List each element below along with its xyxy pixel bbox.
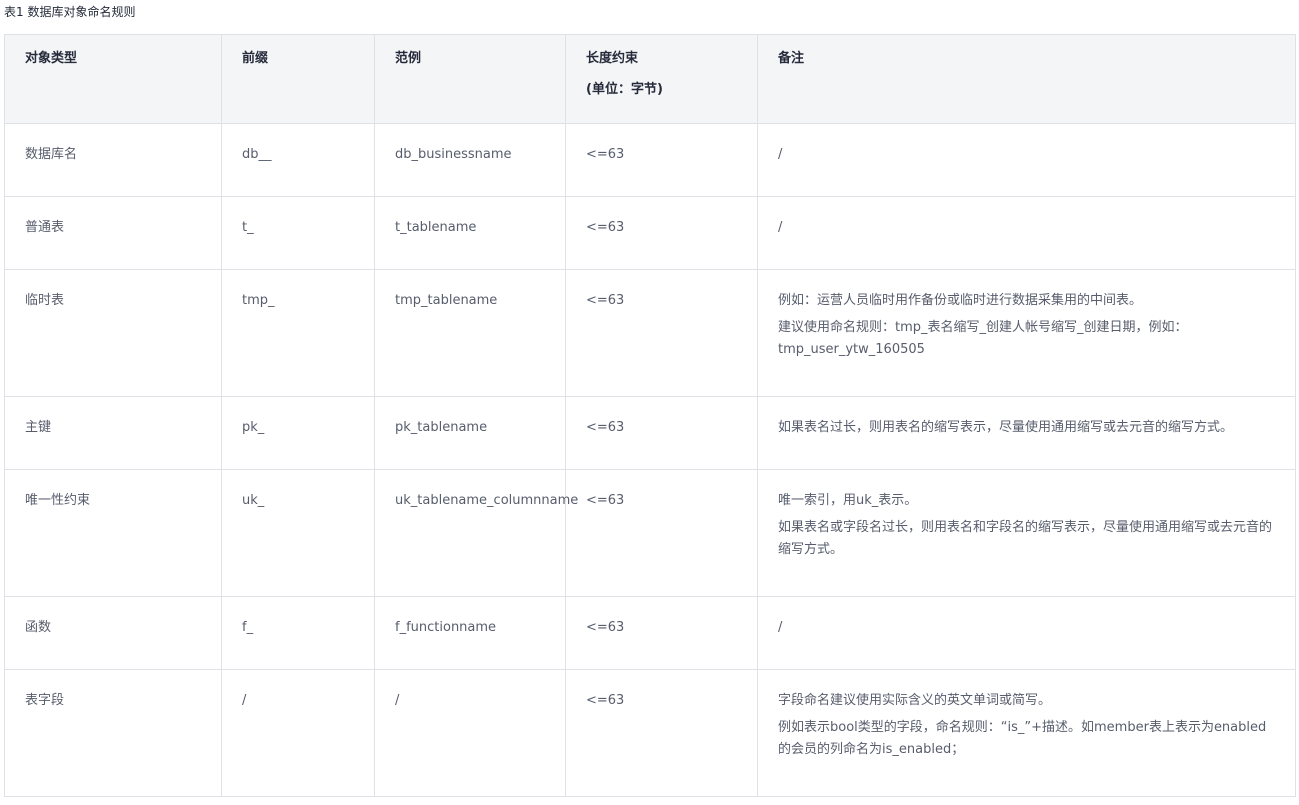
header-length-constraint: 长度约束 (单位：字节): [565, 34, 758, 124]
cell-prefix: /: [221, 669, 375, 797]
note-text: /: [778, 147, 783, 162]
table-row: 临时表 tmp_ tmp_tablename <=63 例如：运营人员临时用作备…: [4, 269, 1296, 397]
table-row: 表字段 / / <=63 字段命名建议使用实际含义的英文单词或简写。 例如表示b…: [4, 669, 1296, 797]
cell-example: t_tablename: [374, 196, 566, 270]
header-example: 范例: [374, 34, 566, 124]
table-row: 普通表 t_ t_tablename <=63 /: [4, 196, 1296, 270]
note-text: 唯一索引，用uk_表示。: [778, 493, 918, 508]
header-note: 备注: [757, 34, 1296, 124]
cell-note: 唯一索引，用uk_表示。 如果表名或字段名过长，则用表名和字段名的缩写表示，尽量…: [757, 469, 1296, 597]
table-header-row: 对象类型 前缀 范例 长度约束 (单位：字节) 备注: [4, 34, 1296, 124]
note-text: /: [778, 620, 783, 635]
table-row: 唯一性约束 uk_ uk_tablename_columnname <=63 唯…: [4, 469, 1296, 597]
cell-example: tmp_tablename: [374, 269, 566, 397]
cell-length: <=63: [565, 269, 758, 397]
cell-example: /: [374, 669, 566, 797]
cell-note: /: [757, 196, 1296, 270]
cell-example: db_businessname: [374, 123, 566, 197]
note-text: 字段命名建议使用实际含义的英文单词或简写。: [778, 693, 1052, 708]
table-row: 函数 f_ f_functionname <=63 /: [4, 596, 1296, 670]
cell-length: <=63: [565, 669, 758, 797]
table-row: 主键 pk_ pk_tablename <=63 如果表名过长，则用表名的缩写表…: [4, 396, 1296, 470]
cell-prefix: pk_: [221, 396, 375, 470]
note-text: 例如：运营人员临时用作备份或临时进行数据采集用的中间表。: [778, 293, 1143, 308]
cell-object-type: 普通表: [4, 196, 222, 270]
cell-length: <=63: [565, 469, 758, 597]
header-prefix: 前缀: [221, 34, 375, 124]
cell-note: /: [757, 596, 1296, 670]
cell-note: /: [757, 123, 1296, 197]
cell-object-type: 主键: [4, 396, 222, 470]
cell-note: 例如：运营人员临时用作备份或临时进行数据采集用的中间表。 建议使用命名规则：tm…: [757, 269, 1296, 397]
cell-object-type: 临时表: [4, 269, 222, 397]
note-text: /: [778, 220, 783, 235]
cell-length: <=63: [565, 123, 758, 197]
note-text: 如果表名或字段名过长，则用表名和字段名的缩写表示，尽量使用通用缩写或去元音的缩写…: [778, 520, 1273, 557]
cell-prefix: f_: [221, 596, 375, 670]
cell-example: f_functionname: [374, 596, 566, 670]
naming-rules-table: 对象类型 前缀 范例 长度约束 (单位：字节) 备注 数据库名 db__ db_…: [4, 34, 1296, 797]
cell-object-type: 函数: [4, 596, 222, 670]
cell-length: <=63: [565, 196, 758, 270]
cell-note: 如果表名过长，则用表名的缩写表示，尽量使用通用缩写或去元音的缩写方式。: [757, 396, 1296, 470]
header-object-type: 对象类型: [4, 34, 222, 124]
note-text: 如果表名过长，则用表名的缩写表示，尽量使用通用缩写或去元音的缩写方式。: [778, 420, 1234, 435]
cell-length: <=63: [565, 396, 758, 470]
cell-note: 字段命名建议使用实际含义的英文单词或简写。 例如表示bool类型的字段，命名规则…: [757, 669, 1296, 797]
cell-length: <=63: [565, 596, 758, 670]
cell-object-type: 唯一性约束: [4, 469, 222, 597]
note-text: 建议使用命名规则：tmp_表名缩写_创建人帐号缩写_创建日期，例如：tmp_us…: [778, 320, 1188, 357]
cell-prefix: db__: [221, 123, 375, 197]
cell-example: uk_tablename_columnname: [374, 469, 578, 597]
table-row: 数据库名 db__ db_businessname <=63 /: [4, 123, 1296, 197]
cell-prefix: uk_: [221, 469, 375, 597]
table-caption: 表1 数据库对象命名规则: [4, 5, 136, 19]
header-length-unit: (单位：字节): [586, 82, 663, 97]
cell-prefix: t_: [221, 196, 375, 270]
header-length-label: 长度约束: [586, 51, 639, 66]
cell-object-type: 表字段: [4, 669, 222, 797]
note-text: 例如表示bool类型的字段，命名规则：“is_”+描述。如member表上表示为…: [778, 720, 1267, 757]
cell-prefix: tmp_: [221, 269, 375, 397]
cell-object-type: 数据库名: [4, 123, 222, 197]
cell-example: pk_tablename: [374, 396, 566, 470]
